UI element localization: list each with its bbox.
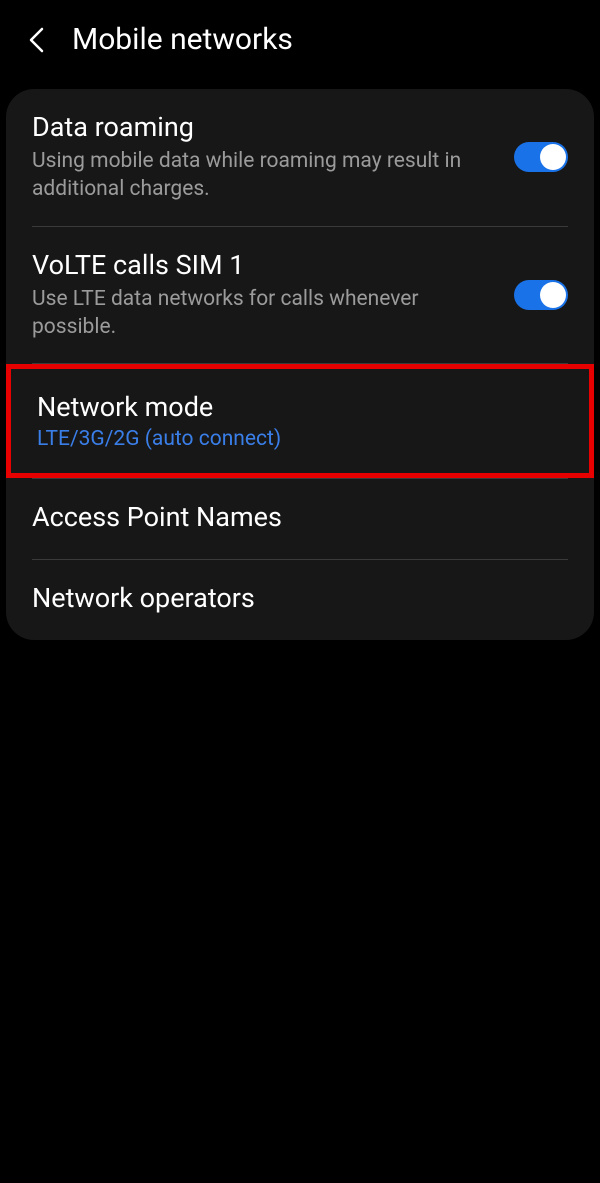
header: Mobile networks bbox=[0, 0, 600, 79]
setting-description: Use LTE data networks for calls whenever… bbox=[32, 285, 498, 342]
setting-content: Network operators bbox=[32, 582, 568, 618]
setting-title: Access Point Names bbox=[32, 501, 552, 533]
toggle-data-roaming[interactable] bbox=[514, 142, 568, 172]
setting-content: Access Point Names bbox=[32, 501, 568, 537]
toggle-knob bbox=[540, 144, 566, 170]
setting-apn[interactable]: Access Point Names bbox=[6, 479, 594, 559]
back-icon[interactable] bbox=[24, 28, 48, 52]
setting-value: LTE/3G/2G (auto connect) bbox=[37, 427, 547, 451]
setting-content: Network mode LTE/3G/2G (auto connect) bbox=[37, 391, 563, 451]
page-title: Mobile networks bbox=[72, 22, 293, 57]
toggle-knob bbox=[540, 282, 566, 308]
setting-data-roaming[interactable]: Data roaming Using mobile data while roa… bbox=[6, 89, 594, 226]
settings-panel: Data roaming Using mobile data while roa… bbox=[6, 89, 594, 640]
setting-content: VoLTE calls SIM 1 Use LTE data networks … bbox=[32, 249, 514, 342]
setting-title: Network operators bbox=[32, 582, 552, 614]
setting-operators[interactable]: Network operators bbox=[6, 560, 594, 640]
setting-description: Using mobile data while roaming may resu… bbox=[32, 147, 498, 204]
setting-network-mode[interactable]: Network mode LTE/3G/2G (auto connect) bbox=[6, 364, 594, 478]
setting-content: Data roaming Using mobile data while roa… bbox=[32, 111, 514, 204]
setting-volte[interactable]: VoLTE calls SIM 1 Use LTE data networks … bbox=[6, 227, 594, 364]
setting-title: Data roaming bbox=[32, 111, 498, 143]
toggle-volte[interactable] bbox=[514, 280, 568, 310]
setting-title: VoLTE calls SIM 1 bbox=[32, 249, 498, 281]
setting-title: Network mode bbox=[37, 391, 547, 423]
